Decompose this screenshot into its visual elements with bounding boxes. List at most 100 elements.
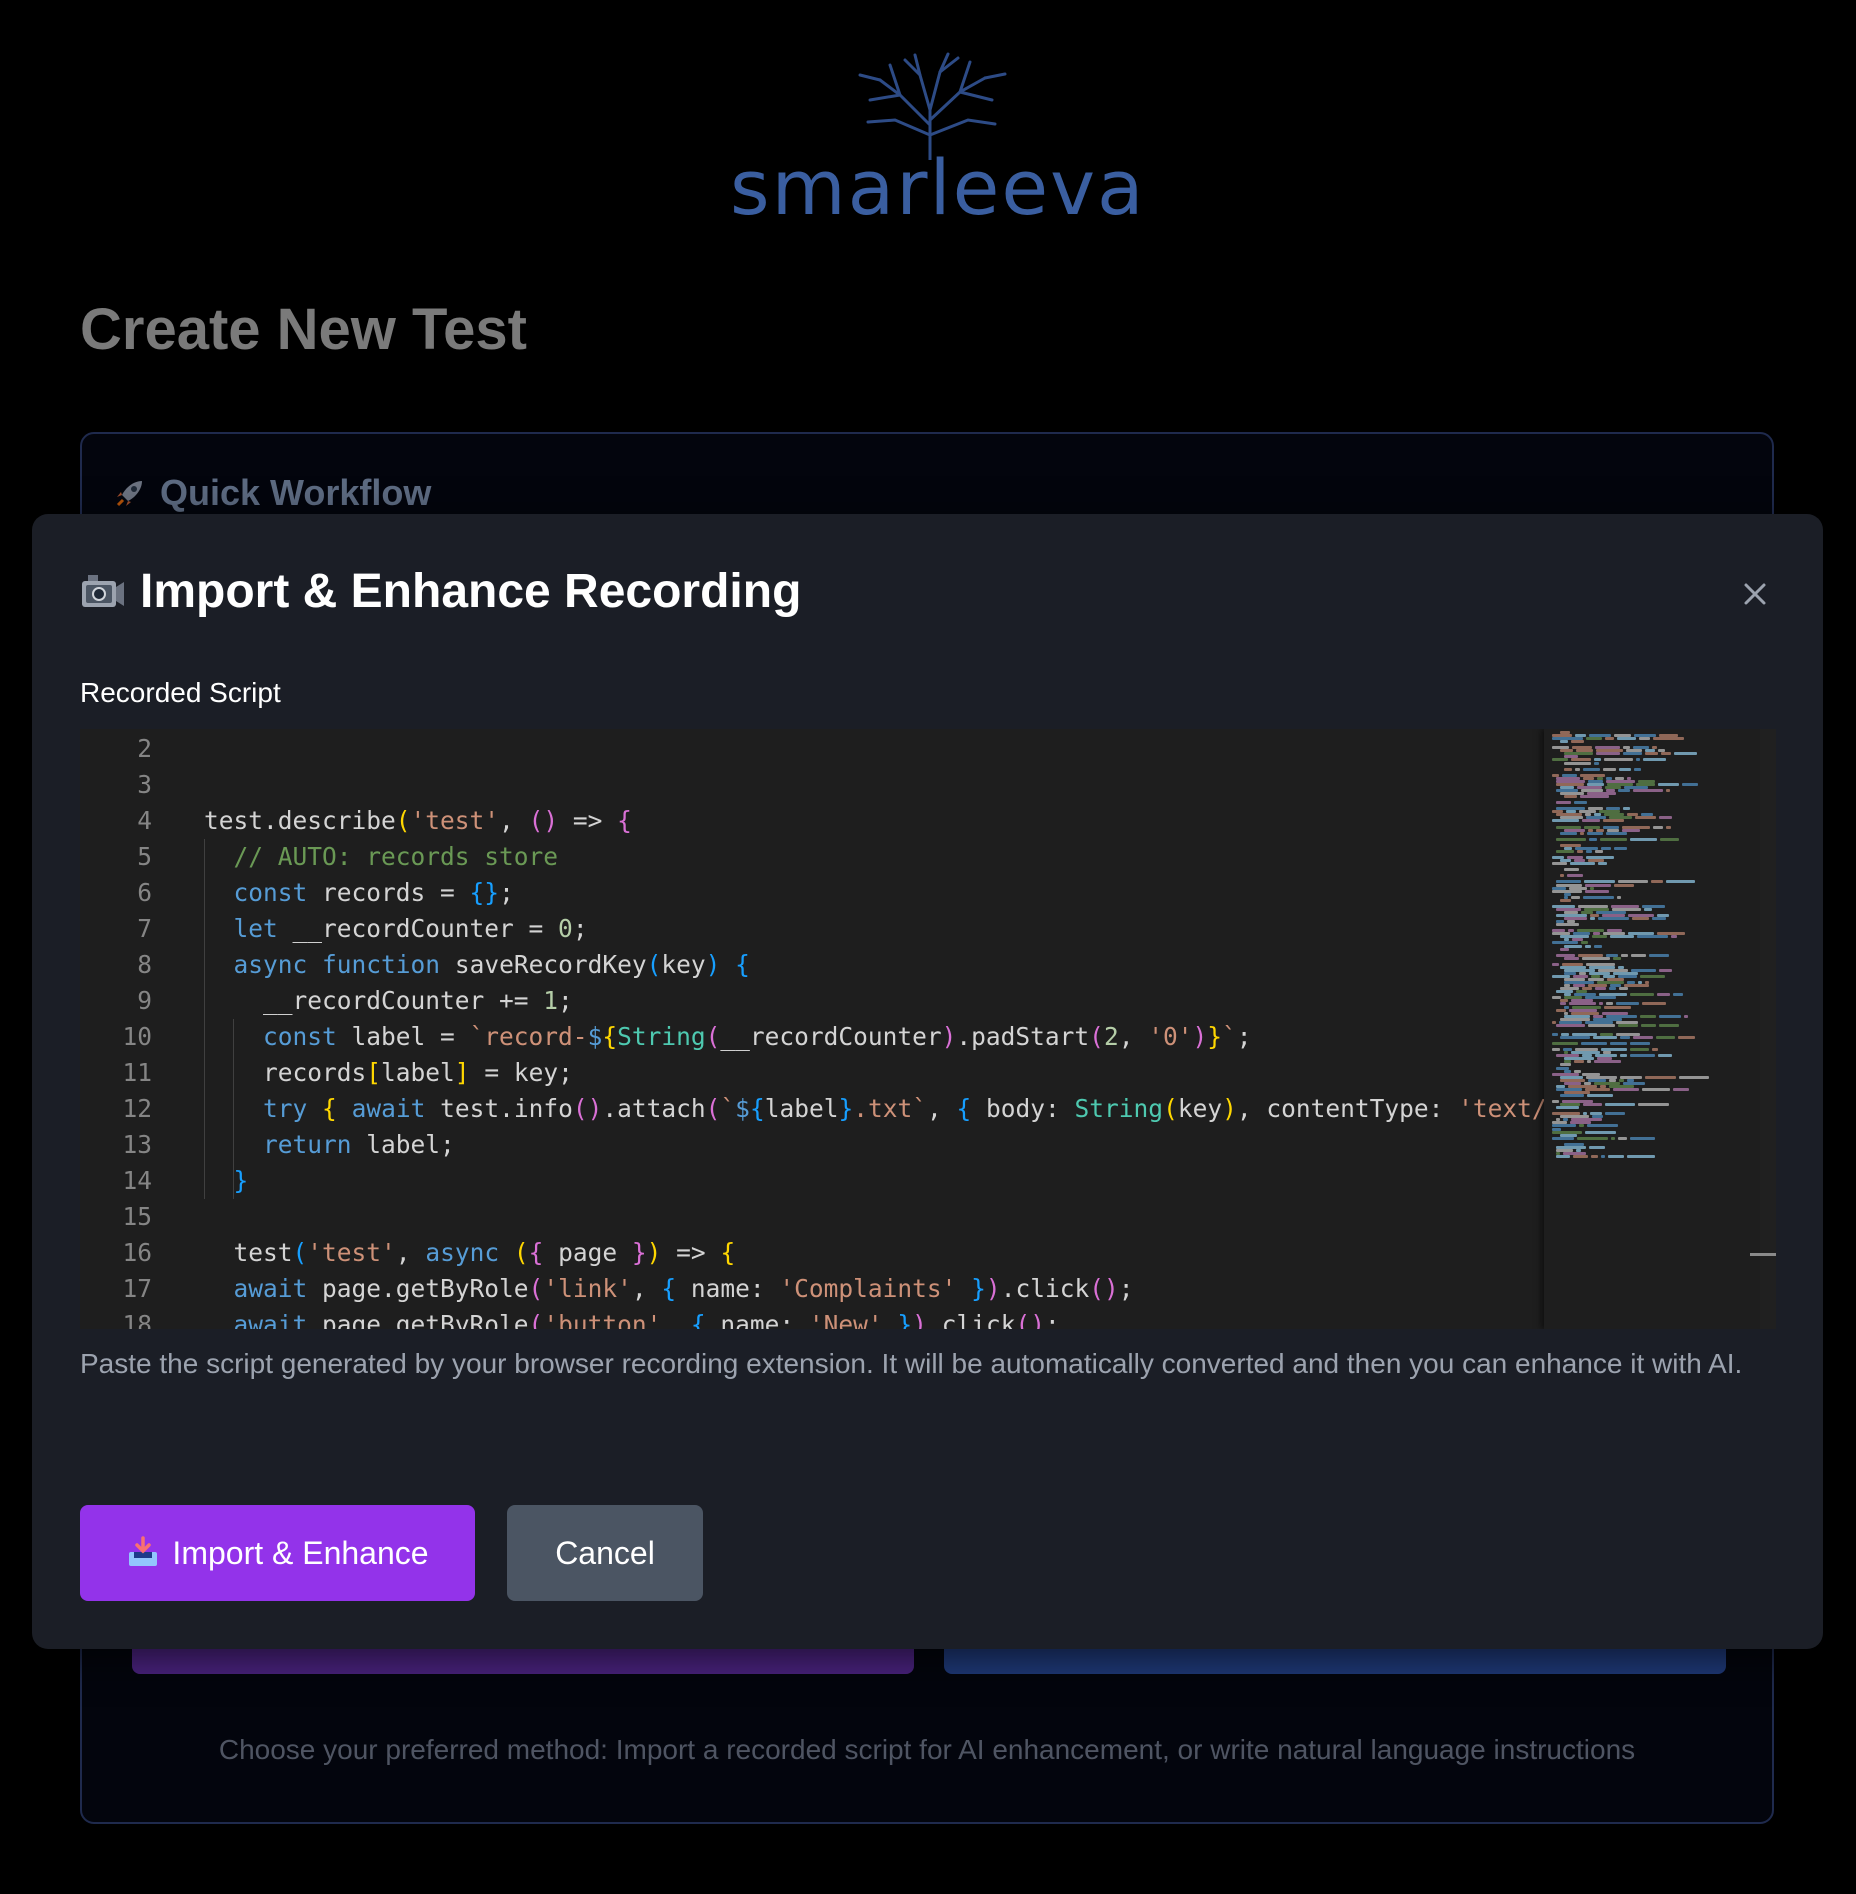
minimap-line (1657, 993, 1670, 997)
minimap-line (1556, 1023, 1585, 1027)
minimap-line (1594, 758, 1601, 762)
minimap-line (1583, 1103, 1602, 1107)
line-number: 8 (137, 950, 152, 979)
minimap-line (1587, 1124, 1618, 1128)
minimap-line (1640, 1014, 1656, 1018)
close-icon (1744, 583, 1766, 605)
minimap-line (1560, 898, 1571, 902)
minimap-line (1589, 837, 1597, 841)
recorded-script-label: Recorded Script (80, 677, 281, 708)
code-minimap[interactable] (1544, 729, 1776, 1329)
minimap-line (1642, 1087, 1670, 1091)
line-number: 15 (122, 1202, 152, 1231)
minimap-line (1593, 1036, 1617, 1039)
minimap-line (1679, 1075, 1709, 1079)
minimap-line (1659, 968, 1672, 972)
minimap-line (1633, 788, 1663, 792)
line-number: 11 (122, 1058, 152, 1087)
minimap-line (1637, 935, 1668, 939)
line-number: 18 (122, 1310, 152, 1329)
minimap-line (1590, 917, 1595, 921)
close-button[interactable] (1735, 574, 1775, 614)
minimap-line (1661, 752, 1671, 756)
minimap-line (1653, 737, 1684, 741)
minimap-line (1666, 880, 1695, 884)
video-camera-icon (82, 574, 124, 607)
minimap-line (1598, 917, 1629, 921)
minimap-line (1573, 1154, 1588, 1158)
minimap-line (1591, 1154, 1598, 1158)
cancel-button[interactable]: Cancel (507, 1505, 703, 1601)
import-enhance-button[interactable]: Import & Enhance (80, 1505, 475, 1601)
minimap-line (1635, 816, 1656, 820)
line-number: 9 (137, 986, 152, 1015)
minimap-line (1579, 1124, 1584, 1128)
minimap-line (1601, 1154, 1605, 1158)
code-line: 2 (80, 731, 152, 767)
line-number: 14 (122, 1166, 152, 1195)
code-line: 12 try { await test.info().attach(`${lab… (80, 1091, 1544, 1127)
minimap-line (1660, 837, 1679, 841)
minimap-line (1652, 1048, 1658, 1052)
minimap-line (1645, 752, 1658, 756)
inbox-tray-icon (129, 1536, 158, 1566)
minimap-line (1644, 907, 1652, 911)
minimap-line (1552, 1136, 1574, 1140)
minimap-line (1652, 917, 1666, 921)
code-line: 16 test('test', async ({ page }) => { (80, 1235, 735, 1271)
minimap-line (1603, 819, 1624, 823)
recorded-script-editor[interactable]: ‾ ‾‾ ‾ ‾ ‾‾ ‾ ‾ 234test.describe('test',… (80, 729, 1776, 1329)
minimap-line (1556, 1154, 1570, 1158)
code-line: 11 records[label] = key; (80, 1055, 572, 1091)
minimap-line (1651, 880, 1663, 884)
minimap-line (1580, 795, 1609, 799)
minimap-line (1600, 837, 1627, 841)
minimap-line (1564, 868, 1579, 872)
minimap-line (1684, 1014, 1688, 1018)
indent-guide (204, 839, 205, 1199)
code-line: 7 let __recordCounter = 0; (80, 911, 587, 947)
minimap-line (1630, 1136, 1655, 1140)
minimap-line (1630, 1048, 1649, 1052)
minimap-line (1659, 1023, 1679, 1027)
code-line: 3 (80, 767, 152, 803)
minimap-line (1614, 883, 1634, 887)
code-area[interactable]: ‾ ‾‾ ‾ ‾ ‾‾ ‾ ‾ 234test.describe('test',… (80, 729, 1544, 1329)
minimap-line (1599, 1002, 1603, 1006)
line-number: 17 (122, 1274, 152, 1303)
minimap-line (1623, 807, 1630, 811)
minimap-line (1605, 1112, 1625, 1116)
minimap-line (1620, 1036, 1630, 1039)
minimap-line (1583, 767, 1600, 771)
minimap-line (1613, 956, 1621, 960)
minimap-line (1631, 953, 1646, 957)
minimap-line (1552, 1032, 1558, 1036)
minimap-line (1636, 758, 1640, 762)
minimap-line (1606, 831, 1627, 835)
line-number: 7 (137, 914, 152, 943)
minimap-line (1671, 935, 1677, 939)
minimap-line (1589, 1145, 1605, 1149)
minimap-line (1552, 819, 1579, 823)
minimap-line (1571, 758, 1591, 762)
minimap-line (1581, 941, 1588, 945)
code-line: 14 } (80, 1163, 248, 1199)
minimap-line (1560, 831, 1577, 835)
minimap-line (1630, 1042, 1650, 1046)
minimap-line (1552, 941, 1578, 945)
minimap-line (1630, 993, 1654, 997)
code-text: const records = {}; (233, 878, 514, 907)
minimap-line (1666, 788, 1670, 792)
minimap-line (1642, 1002, 1666, 1006)
minimap-line (1560, 947, 1569, 951)
minimap-scrollbar[interactable] (1760, 729, 1776, 1329)
minimap-line (1580, 831, 1584, 835)
minimap-line (1586, 849, 1592, 853)
minimap-line (1613, 1087, 1639, 1091)
minimap-line (1658, 782, 1679, 786)
minimap-line (1582, 956, 1610, 960)
minimap-line (1574, 801, 1587, 805)
minimap-line (1620, 1054, 1627, 1058)
minimap-line (1571, 740, 1584, 744)
minimap-slider[interactable] (1750, 1253, 1776, 1256)
